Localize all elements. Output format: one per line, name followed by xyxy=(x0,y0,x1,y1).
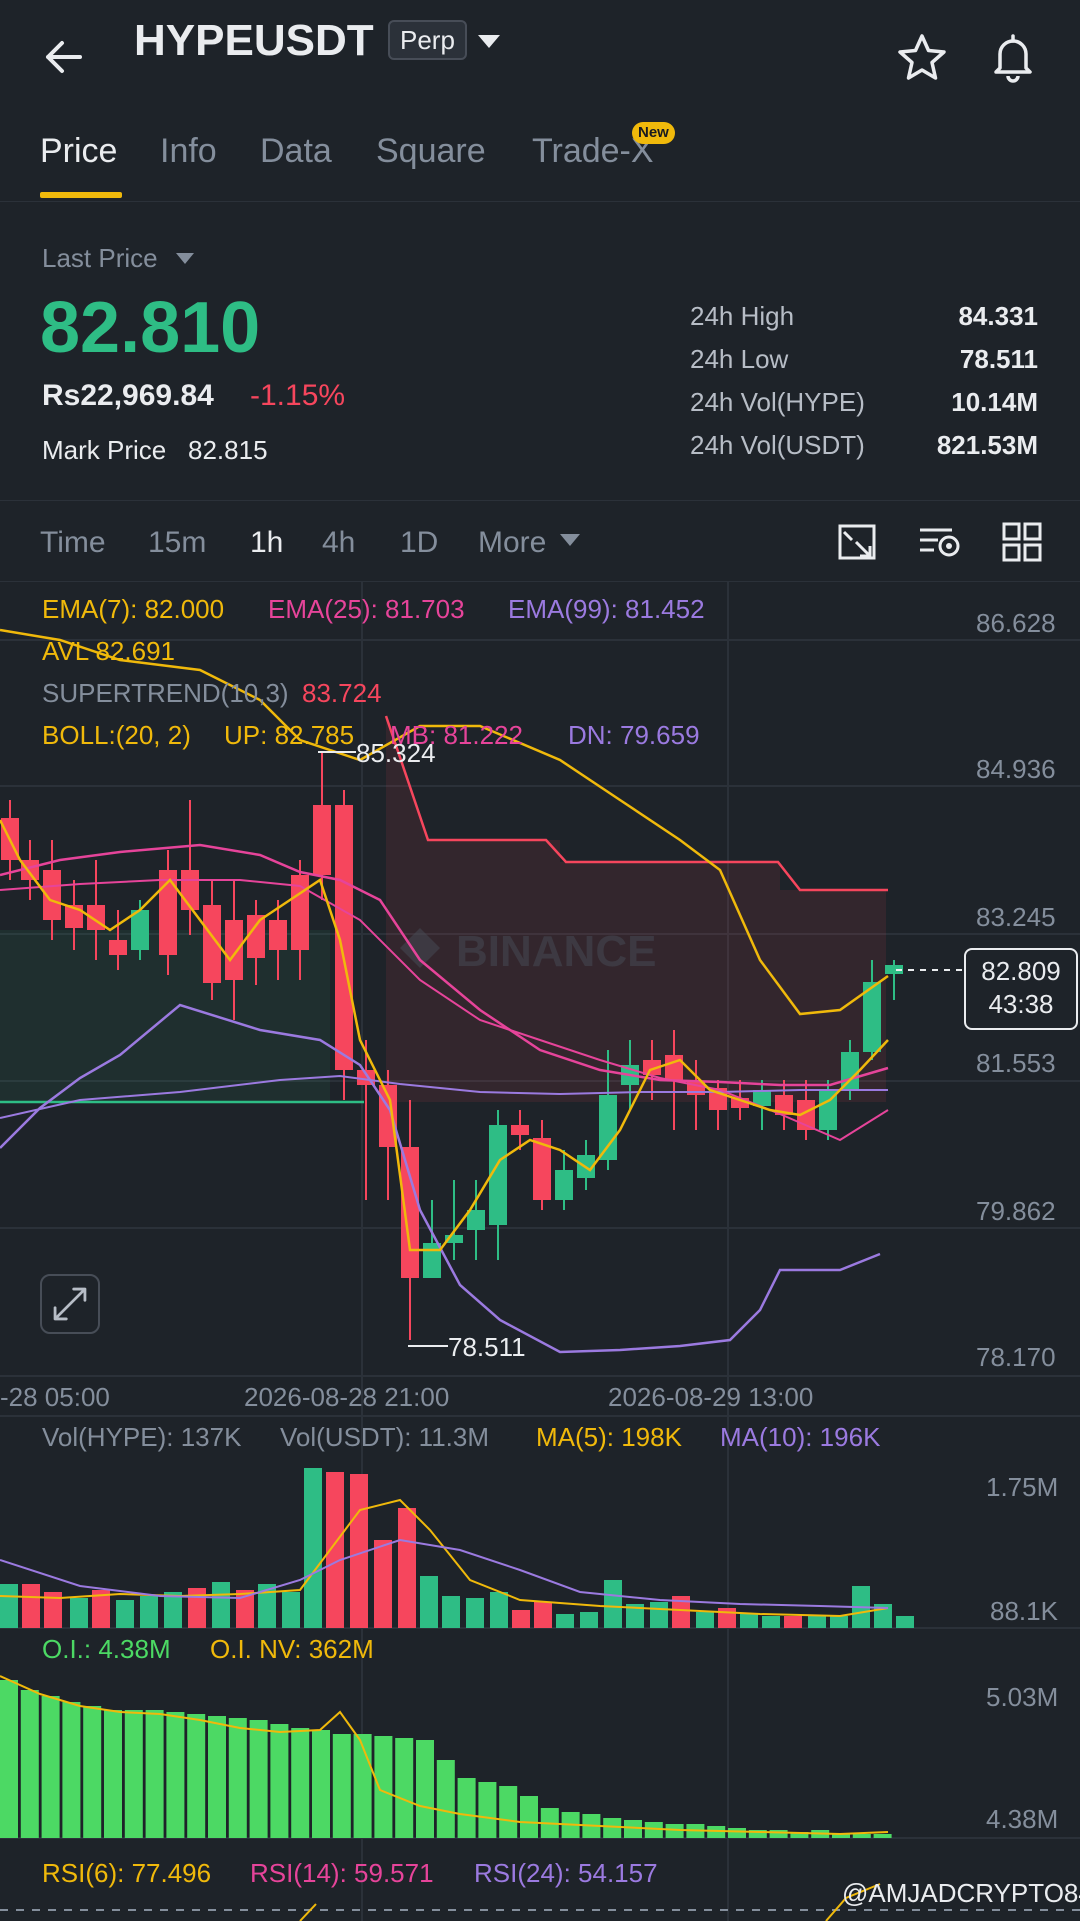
fullscreen-expand-icon[interactable] xyxy=(40,1274,100,1334)
current-price-tag: 82.809 43:38 xyxy=(964,948,1078,1030)
oi-nv-legend: O.I. NV: 362M xyxy=(210,1634,374,1664)
volume-axis-label: 88.1K xyxy=(990,1596,1058,1626)
vol-ma10-legend: MA(10): 196K xyxy=(720,1422,881,1452)
price-axis-label: 83.245 xyxy=(976,902,1056,932)
rsi24-legend: RSI(24): 54.157 xyxy=(474,1858,658,1888)
supertrend-value: 83.724 xyxy=(302,678,382,708)
ema25-legend: EMA(25): 81.703 xyxy=(268,594,465,624)
boll-legend: BOLL:(20, 2) xyxy=(42,720,191,750)
credit-watermark: @AMJADCRYPTO840 xyxy=(842,1878,1080,1908)
vol-hype-legend: Vol(HYPE): 137K xyxy=(42,1422,242,1452)
price-axis-label: 86.628 xyxy=(976,608,1056,638)
rsi14-legend: RSI(14): 59.571 xyxy=(250,1858,434,1888)
oi-axis-label: 5.03M xyxy=(986,1682,1059,1712)
vol-ma5-legend: MA(5): 198K xyxy=(536,1422,682,1452)
vol-usdt-legend: Vol(USDT): 11.3M xyxy=(280,1422,490,1452)
ema99-legend: EMA(99): 81.452 xyxy=(508,594,705,624)
price-axis-label: 81.553 xyxy=(976,1048,1056,1078)
rsi6-legend: RSI(6): 77.496 xyxy=(42,1858,212,1888)
ema7-legend: EMA(7): 82.000 xyxy=(42,594,225,624)
price-axis-label: 79.862 xyxy=(976,1196,1056,1226)
time-axis-label: -28 05:00 xyxy=(0,1382,110,1412)
supertrend-legend: SUPERTREND(10,3) xyxy=(42,678,289,708)
oi-axis-label: 4.38M xyxy=(986,1804,1059,1834)
candle-countdown: 43:38 xyxy=(988,989,1054,1019)
avl-legend: AVL 82.691 xyxy=(42,636,175,666)
price-axis-label: 84.936 xyxy=(976,754,1056,784)
chart-overlay: EMA(7): 82.000 EMA(25): 81.703 EMA(99): … xyxy=(0,582,1080,1921)
time-axis-label: 2026-08-28 21:00 xyxy=(244,1382,450,1412)
boll-dn-legend: DN: 79.659 xyxy=(568,720,700,750)
volume-axis-label: 1.75M xyxy=(986,1472,1059,1502)
price-axis-label: 78.170 xyxy=(976,1342,1056,1372)
boll-up-legend: UP: 82.785 xyxy=(224,720,355,750)
time-axis-label: 2026-08-29 13:00 xyxy=(608,1382,814,1412)
boll-mb-legend: MB: 81.222 xyxy=(390,720,523,750)
current-price-value: 82.809 xyxy=(981,956,1061,986)
oi-legend: O.I.: 4.38M xyxy=(42,1634,171,1664)
